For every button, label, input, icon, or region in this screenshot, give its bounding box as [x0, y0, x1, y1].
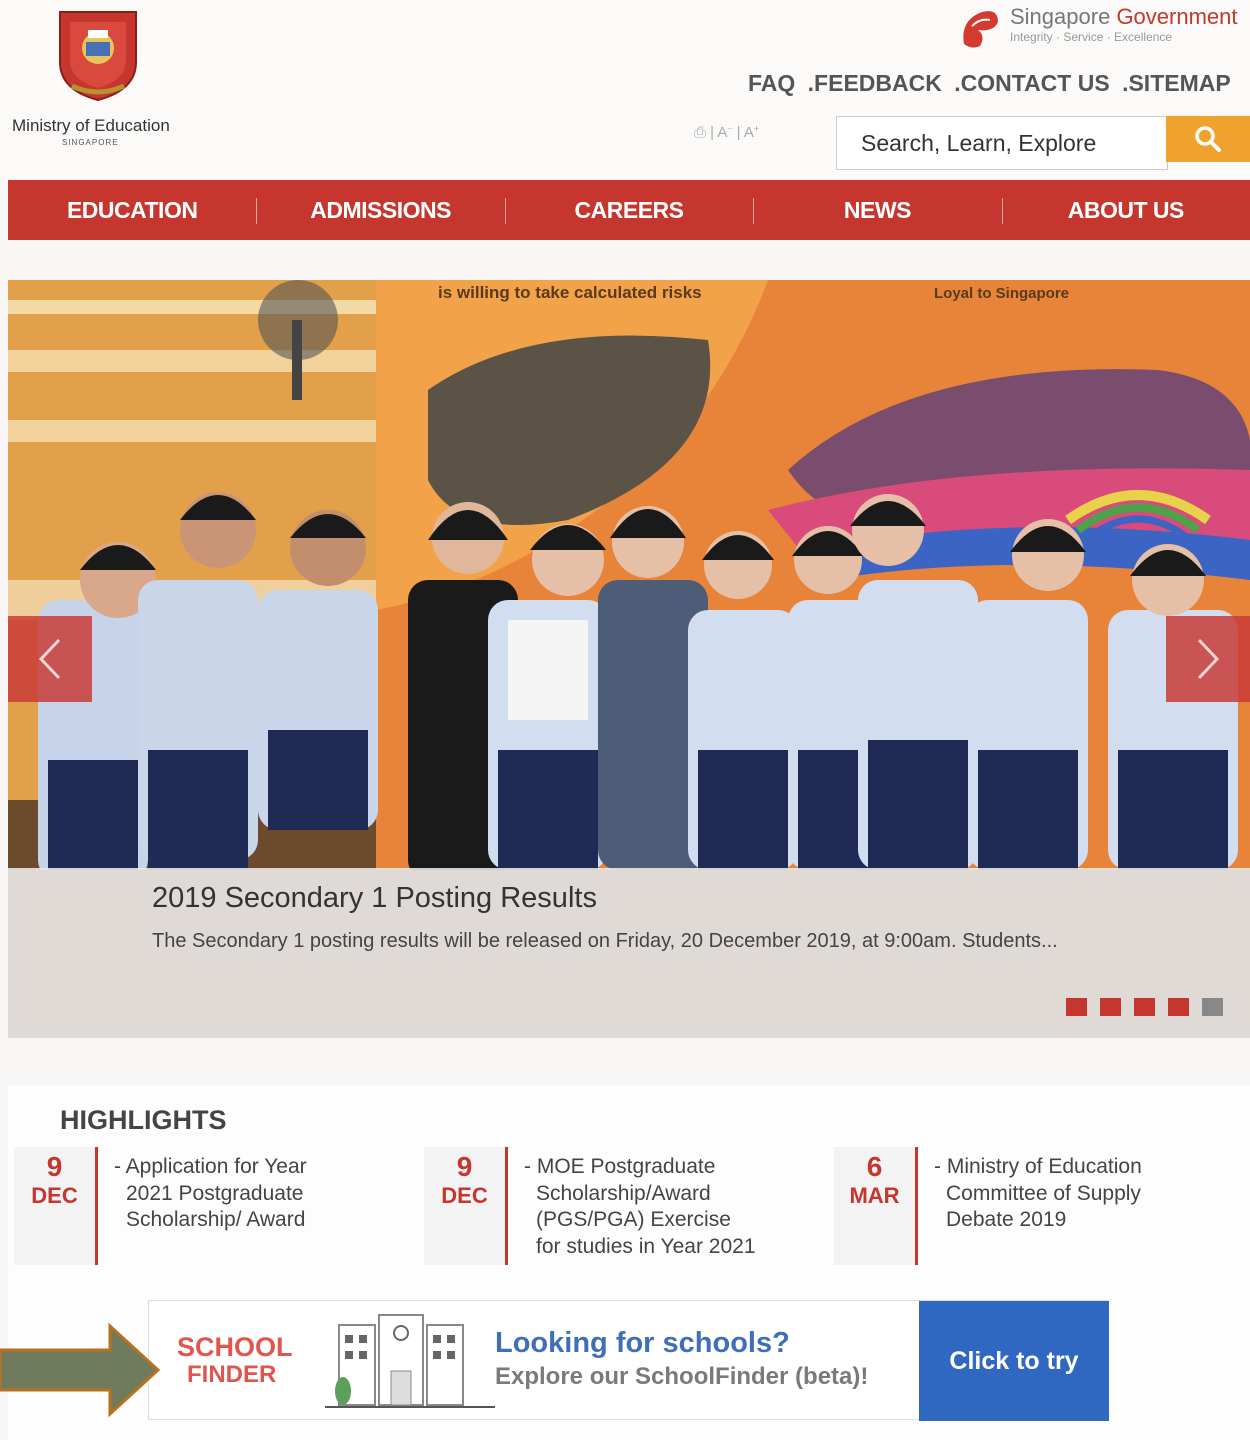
highlights-heading: HIGHLIGHTS — [60, 1105, 227, 1135]
highlight-month: DEC — [31, 1183, 78, 1208]
search-input[interactable] — [837, 117, 1167, 169]
students-group — [38, 492, 1238, 880]
highlight-date: 6 MAR — [834, 1147, 918, 1265]
schoolfinder-subheading: Explore our SchoolFinder (beta)! — [495, 1363, 869, 1390]
school-building-icon — [325, 1314, 495, 1408]
moe-crest-icon[interactable] — [52, 6, 144, 102]
schoolfinder-logo-line1: SCHOOL — [177, 1332, 293, 1362]
contact-us-link[interactable]: .CONTACT US — [954, 70, 1109, 96]
search-box — [836, 116, 1168, 170]
nav-education[interactable]: EDUCATION — [8, 180, 256, 240]
highlight-item[interactable]: 9 DEC - MOE Postgraduate Scholarship/Awa… — [424, 1147, 798, 1265]
nav-about-us[interactable]: ABOUT US — [1001, 180, 1250, 240]
highlight-day: 9 — [456, 1151, 473, 1182]
highlight-line: Debate 2019 — [946, 1208, 1067, 1231]
highlight-line: Scholarship/ Award — [126, 1208, 306, 1231]
carousel-dot-3[interactable] — [1134, 998, 1155, 1016]
ministry-name: Ministry of Education — [12, 116, 170, 135]
gov-title-2: Government — [1116, 4, 1238, 29]
schoolfinder-heading: Looking for schools? — [495, 1327, 790, 1359]
singapore-government-icon[interactable] — [958, 6, 1002, 50]
search-button[interactable] — [1166, 116, 1250, 162]
hero-carousel[interactable]: is willing to take calculated risks Loya… — [8, 280, 1250, 1038]
mural-text-2: Loyal to Singapore — [934, 285, 1069, 302]
highlight-day: 9 — [46, 1151, 63, 1182]
ministry-subtitle: SINGAPORE — [62, 138, 119, 147]
highlight-text[interactable]: - Application for Year 2021 Postgraduate… — [98, 1147, 388, 1265]
page-tools[interactable]: ⎙ | A⁻ | A⁺ — [694, 124, 759, 141]
highlight-date: 9 DEC — [424, 1147, 508, 1265]
highlight-line: Committee of Supply — [946, 1181, 1141, 1205]
highlight-line: 2021 Postgraduate — [126, 1181, 304, 1205]
highlight-line: - Application for Year — [114, 1155, 307, 1178]
highlight-line: (PGS/PGA) Exercise — [536, 1208, 731, 1231]
carousel-dot-2[interactable] — [1100, 998, 1121, 1016]
carousel-dots — [1066, 998, 1223, 1016]
nav-news[interactable]: NEWS — [753, 180, 1001, 240]
nav-careers[interactable]: CAREERS — [504, 180, 753, 240]
click-to-try-button[interactable]: Click to try — [919, 1301, 1109, 1421]
carousel-dot-5[interactable] — [1202, 998, 1223, 1016]
gov-title[interactable]: Singapore Government — [1010, 4, 1238, 30]
top-links: FAQ .FEEDBACK .CONTACT US .SITEMAP — [748, 70, 1237, 97]
carousel-dot-1[interactable] — [1066, 998, 1087, 1016]
highlight-text[interactable]: - MOE Postgraduate Scholarship/Award (PG… — [508, 1147, 798, 1265]
main-nav: EDUCATION ADMISSIONS CAREERS NEWS ABOUT … — [8, 180, 1250, 240]
schoolfinder-logo-line2: FINDER — [187, 1361, 277, 1388]
feedback-link[interactable]: .FEEDBACK — [808, 70, 942, 96]
carousel-dot-4[interactable] — [1168, 998, 1189, 1016]
highlight-text[interactable]: - Ministry of Education Committee of Sup… — [918, 1147, 1208, 1265]
highlight-day: 6 — [866, 1151, 883, 1182]
search-icon — [1195, 126, 1221, 152]
hero-title[interactable]: 2019 Secondary 1 Posting Results — [152, 882, 597, 915]
gov-tagline: Integrity · Service · Excellence — [1010, 30, 1173, 44]
highlight-month: MAR — [849, 1183, 900, 1208]
sitemap-link[interactable]: .SITEMAP — [1122, 70, 1231, 96]
chevron-left-icon — [38, 638, 61, 680]
highlight-line: - Ministry of Education — [934, 1155, 1142, 1178]
highlight-date: 9 DEC — [14, 1147, 98, 1265]
highlight-line: for studies in Year 2021 — [536, 1234, 756, 1258]
hero-text: The Secondary 1 posting results will be … — [152, 930, 1058, 952]
gov-title-1: Singapore — [1010, 4, 1111, 29]
chevron-right-icon — [1197, 638, 1220, 680]
highlight-line: - MOE Postgraduate — [524, 1155, 716, 1178]
highlight-item[interactable]: 9 DEC - Application for Year 2021 Postgr… — [14, 1147, 388, 1265]
schoolfinder-banner[interactable]: SCHOOL FINDER Looking for schools? Explo… — [148, 1300, 1109, 1421]
mural-text-1: is willing to take calculated risks — [438, 283, 702, 302]
carousel-next-button[interactable] — [1166, 616, 1250, 702]
carousel-prev-button[interactable] — [8, 616, 92, 702]
annotation-arrow-icon — [0, 1322, 161, 1418]
highlight-month: DEC — [441, 1183, 488, 1208]
highlight-item[interactable]: 6 MAR - Ministry of Education Committee … — [834, 1147, 1208, 1265]
site-header: Ministry of Education SINGAPORE Singapor… — [0, 0, 1250, 180]
highlight-line: Scholarship/Award — [536, 1181, 711, 1205]
hero-caption: 2019 Secondary 1 Posting Results The Sec… — [8, 868, 1250, 1038]
nav-admissions[interactable]: ADMISSIONS — [256, 180, 504, 240]
faq-link[interactable]: FAQ — [748, 70, 795, 96]
